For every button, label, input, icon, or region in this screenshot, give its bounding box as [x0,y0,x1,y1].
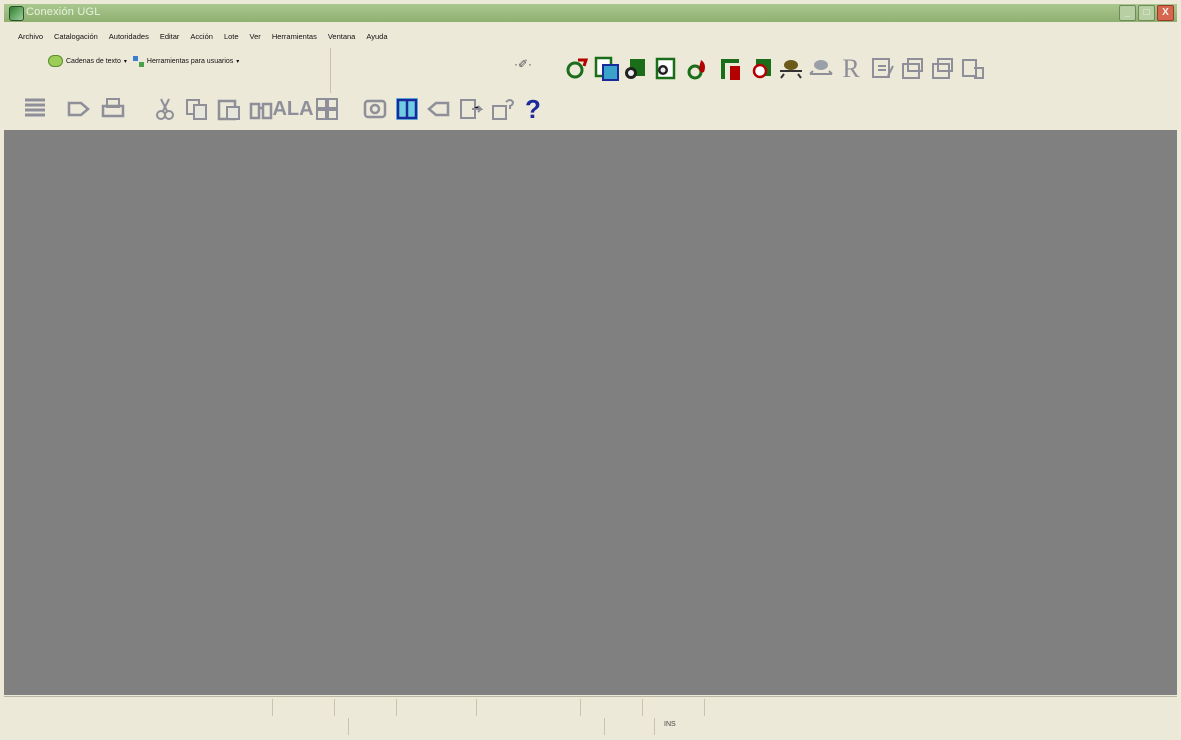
send-icon[interactable] [456,94,486,124]
open-folder-r-icon[interactable] [748,56,774,82]
paper-fold2-icon[interactable] [930,56,956,82]
maximize-button[interactable]: □ [1138,5,1155,21]
window-title: Conexión UGL [26,6,101,18]
status-cell [396,699,477,716]
status-cell [604,718,655,735]
app-icon[interactable] [9,6,24,21]
r-letter-icon[interactable]: R [838,54,864,83]
ala-icon[interactable]: ALA [272,94,313,124]
minimize-button[interactable]: _ [1119,5,1136,21]
status-cell [4,718,349,735]
status-cell [272,699,335,716]
copy-icon[interactable] [182,94,212,124]
open-folder-b2-icon[interactable] [652,56,678,82]
text-strings-label: Cadenas de texto [66,57,121,65]
printer-icon[interactable] [98,94,128,124]
grid-icon[interactable] [312,94,342,124]
text-strings-dropdown[interactable]: Cadenas de texto ▾ [48,55,127,67]
window-controls: _ □ X [1119,5,1174,21]
status-cell [642,699,705,716]
menu-bar: Archivo Catalogación Autoridades Editar … [4,32,388,46]
double-arrow-icon[interactable] [808,56,834,82]
menu-ventana[interactable]: Ventana [328,32,356,46]
ins-indicator: INS [664,721,676,728]
menu-catalogacion[interactable]: Catalogación [54,32,98,46]
open-folder-b-icon[interactable] [622,56,648,82]
arrow-right-icon[interactable] [64,94,94,124]
menu-herramientas[interactable]: Herramientas [272,32,317,46]
status-row-bottom: INS [4,718,1177,736]
book-icon[interactable] [392,94,422,124]
edit-book-icon[interactable] [870,56,896,82]
copy-record-icon[interactable] [960,56,986,82]
cut-icon[interactable] [150,94,180,124]
status-cell [334,699,397,716]
c-icon[interactable] [360,94,390,124]
menu-accion[interactable]: Acción [190,32,213,46]
flame-search-icon[interactable] [686,56,712,82]
title-bar: Conexión UGL _ □ X [4,4,1177,22]
green-document-icon[interactable] [594,56,620,82]
eye-link-icon[interactable] [778,56,804,82]
paper-fold-icon[interactable] [900,56,926,82]
toolbar-divider [330,48,331,93]
user-tools-label: Herramientas para usuarios [146,57,234,65]
pen-dropdown-icon[interactable]: ·✐· [508,56,538,72]
menu-autoridades[interactable]: Autoridades [109,32,149,46]
status-cell [4,699,273,716]
blue-question-icon[interactable]: ? [518,94,548,124]
text-strings-icon [48,55,63,67]
help-question-icon[interactable] [488,94,518,124]
red-chart-icon[interactable] [718,56,744,82]
status-cell [476,699,581,716]
left-arrow-icon[interactable] [424,94,454,124]
paste-icon[interactable] [214,94,244,124]
chevron-down-icon: ▾ [123,58,127,65]
menu-lote[interactable]: Lote [224,32,239,46]
close-button[interactable]: X [1157,5,1174,21]
record-clip-icon[interactable] [564,56,590,82]
menu-ver[interactable]: Ver [250,32,261,46]
list-icon[interactable] [20,94,50,124]
status-cell [580,699,643,716]
status-cell [348,718,605,735]
chevron-down-icon: ▾ [236,58,240,65]
status-row-top [4,699,1177,717]
toolbar-text-tools: Cadenas de texto ▾ Herramientas para usu… [48,52,239,70]
menu-ayuda[interactable]: Ayuda [366,32,387,46]
user-tools-dropdown[interactable]: Herramientas para usuarios ▾ [132,55,240,67]
menu-archivo[interactable]: Archivo [18,32,43,46]
status-bar: INS [4,696,1177,737]
mdi-workspace [4,130,1177,695]
user-tools-icon [132,55,144,67]
menu-editar[interactable]: Editar [160,32,180,46]
